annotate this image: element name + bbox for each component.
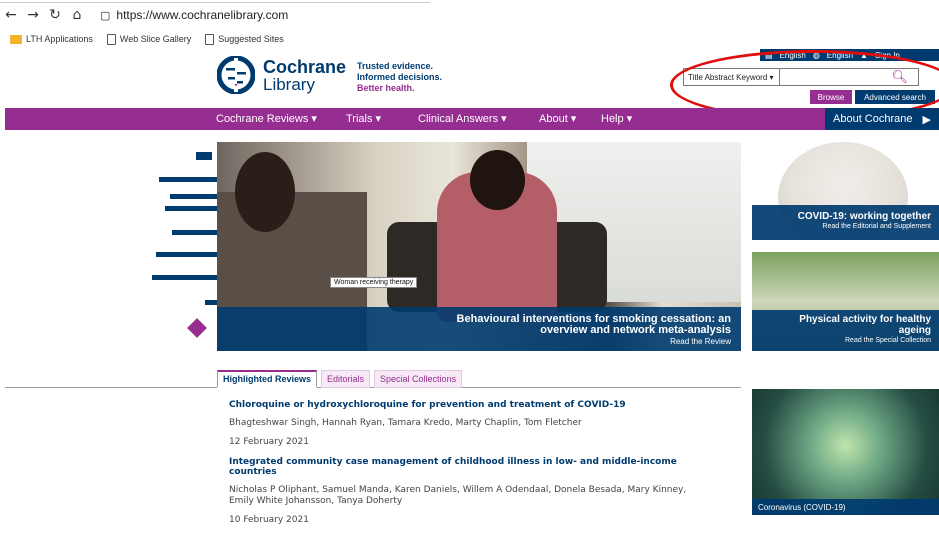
tile-band: Physical activity for healthy ageing Rea… (752, 310, 939, 351)
favorite-web-slice-gallery[interactable]: Web Slice Gallery (106, 33, 192, 45)
tagline-line: Informed decisions. (357, 72, 443, 82)
language-icon: ▤ (765, 50, 773, 60)
utility-bar: ▤ English ◍ English ▲ Sign In (760, 49, 939, 61)
search-bar: Title Abstract Keyword ▾ 🔍︎ (683, 68, 937, 86)
hero-image-therapist (235, 152, 295, 232)
hero-title-line: overview and network meta-analysis (540, 324, 731, 336)
review-date: 10 February 2021 (229, 515, 309, 525)
tile-title: Physical activity for healthy (799, 314, 931, 325)
tile-title: COVID-19: working together (797, 211, 931, 222)
tile-band: Coronavirus (COVID-19) (752, 499, 939, 515)
language-link[interactable]: English (780, 51, 806, 60)
review-title-link[interactable]: Chloroquine or hydroxychloroquine for pr… (229, 400, 709, 410)
tab-editorials[interactable]: Editorials (321, 370, 371, 388)
review-authors: Nicholas P Oliphant, Samuel Manda, Karen… (229, 485, 687, 506)
hero-image-woman-head (470, 150, 525, 210)
decor-bar (156, 252, 220, 257)
nav-cochrane-reviews[interactable]: Cochrane Reviews ▾ (216, 112, 317, 125)
hero-title[interactable]: Behavioural interventions for smoking ce… (457, 314, 731, 336)
decor-bar (165, 206, 217, 211)
browser-toolbar: ← → ↻ ⌂ ▢ https://www.cochranelibrary.co… (0, 0, 939, 30)
favorite-suggested-sites[interactable]: Suggested Sites (205, 33, 284, 45)
decor-bar (172, 230, 220, 235)
main-nav: Cochrane Reviews ▾ Trials ▾ Clinical Ans… (5, 108, 939, 130)
favorite-lth-applications[interactable]: LTH Applications (10, 34, 93, 44)
hero-read-link[interactable]: Read the Review (670, 337, 731, 346)
decor-bar (159, 177, 221, 182)
tile-covid-working-together[interactable]: COVID-19: working together Read the Edit… (752, 142, 939, 240)
decor-bar (196, 152, 212, 160)
search-input[interactable]: 🔍︎ (779, 68, 919, 86)
content-tabs: Highlighted Reviews Editorials Special C… (217, 370, 463, 388)
tile-coronavirus[interactable]: Coronavirus (COVID-19) (752, 389, 939, 515)
tile-band: COVID-19: working together Read the Edit… (752, 205, 939, 240)
review-authors: Bhagteshwar Singh, Hannah Ryan, Tamara K… (229, 418, 582, 428)
page-icon (106, 33, 116, 45)
tile-title: Coronavirus (COVID-19) (758, 503, 846, 512)
refresh-icon[interactable]: ↻ (44, 7, 66, 23)
review-date: 12 February 2021 (229, 437, 309, 447)
cochrane-library-logo[interactable]: Cochrane Library (217, 56, 346, 96)
forward-icon[interactable]: → (22, 7, 44, 23)
folder-icon (10, 34, 22, 44)
nav-clinical-answers[interactable]: Clinical Answers ▾ (418, 112, 507, 125)
search-field-select[interactable]: Title Abstract Keyword ▾ (683, 68, 779, 86)
favorite-label: Web Slice Gallery (119, 34, 192, 44)
tile-physical-activity[interactable]: Physical activity for healthy ageing Rea… (752, 252, 939, 351)
cochrane-logo-icon (217, 56, 255, 94)
about-cochrane-label: About Cochrane (833, 113, 913, 125)
nav-help[interactable]: Help ▾ (601, 112, 632, 125)
decor-diamond (187, 318, 207, 338)
decor-bar (152, 275, 220, 280)
triangle-right-icon: ▶ (922, 113, 931, 126)
user-icon: ▲ (860, 50, 868, 60)
globe-icon: ◍ (812, 50, 820, 60)
nav-trials[interactable]: Trials ▾ (346, 112, 381, 125)
favorite-label: LTH Applications (26, 34, 93, 44)
list-item: Chloroquine or hydroxychloroquine for pr… (229, 400, 709, 447)
back-icon[interactable]: ← (0, 7, 22, 23)
address-bar[interactable]: ▢ https://www.cochranelibrary.com (100, 8, 288, 22)
image-caption-tooltip: Woman receiving therapy (330, 277, 418, 288)
tile-subtitle: Read the Editorial and Supplement (822, 223, 931, 230)
tagline: Trusted evidence. Informed decisions. Be… (357, 61, 442, 94)
home-icon[interactable]: ⌂ (66, 7, 88, 23)
sign-in-link[interactable]: Sign In (875, 51, 900, 60)
search-icon[interactable]: 🔍︎ (891, 70, 908, 85)
decor-bar (170, 194, 218, 199)
url-text: https://www.cochranelibrary.com (116, 8, 289, 22)
tab-special-collections[interactable]: Special Collections (374, 370, 463, 388)
tile-subtitle: Read the Special Collection (845, 337, 931, 344)
page-icon: ▢ (100, 9, 111, 22)
language-select[interactable]: English (827, 51, 853, 60)
tagline-line: Better health. (357, 83, 415, 93)
logo-text-library: Library (263, 75, 315, 94)
page-icon (205, 33, 215, 45)
hero-banner[interactable]: Woman receiving therapy Behavioural inte… (217, 142, 741, 351)
browse-button[interactable]: Browse (810, 90, 852, 104)
favorites-bar: LTH Applications Web Slice Gallery Sugge… (0, 30, 939, 48)
review-title-link[interactable]: Integrated community case management of … (229, 457, 709, 477)
tab-highlighted-reviews[interactable]: Highlighted Reviews (217, 370, 318, 388)
advanced-search-button[interactable]: Advanced search (855, 90, 935, 104)
favorite-label: Suggested Sites (218, 34, 284, 44)
tagline-line: Trusted evidence. (357, 61, 434, 71)
tile-title: ageing (898, 325, 931, 336)
about-cochrane-button[interactable]: About Cochrane ▶ (825, 108, 939, 130)
nav-about[interactable]: About ▾ (539, 112, 576, 125)
